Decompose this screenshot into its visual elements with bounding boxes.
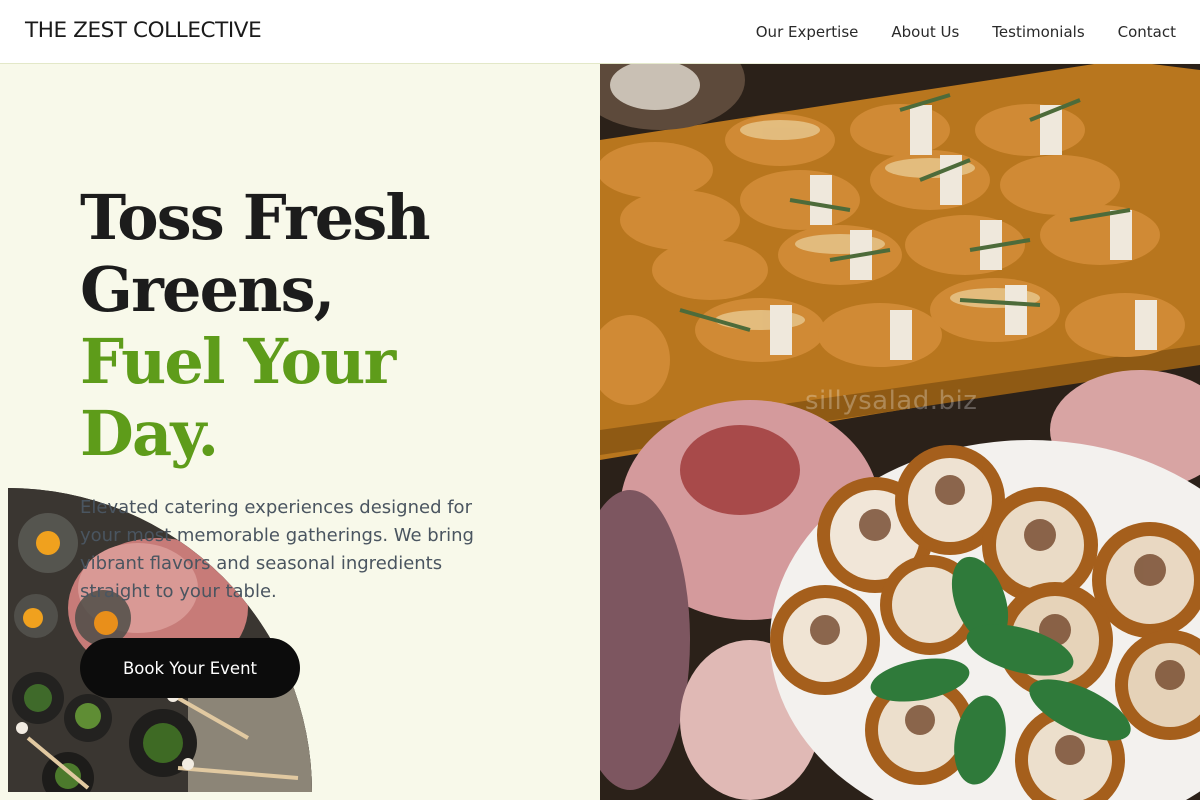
main-nav: Our Expertise About Us Testimonials Cont…	[723, 0, 1176, 64]
headline-accent-line-3: Fuel Your	[80, 325, 396, 398]
nav-link-contact[interactable]: Contact	[1118, 23, 1176, 41]
hero-description: Elevated catering experiences designed f…	[80, 497, 474, 602]
catering-hero-photo: sillysalad.biz	[600, 0, 1200, 800]
nav-link-our-expertise[interactable]: Our Expertise	[756, 23, 859, 41]
hero-headline: Toss Fresh Greens, Fuel Your Day.	[80, 182, 580, 470]
nav-link-testimonials[interactable]: Testimonials	[992, 23, 1084, 41]
brand-logo[interactable]: THE ZEST COLLECTIVE	[25, 18, 262, 43]
image-watermark: sillysalad.biz	[805, 386, 978, 416]
headline-line-1: Toss Fresh	[80, 181, 431, 254]
headline-accent-line-4: Day.	[80, 397, 219, 470]
headline-line-2: Greens,	[80, 253, 335, 326]
nav-link-about-us[interactable]: About Us	[891, 23, 959, 41]
book-event-button[interactable]: Book Your Event	[80, 638, 300, 698]
site-header: THE ZEST COLLECTIVE Our Expertise About …	[0, 0, 1200, 64]
